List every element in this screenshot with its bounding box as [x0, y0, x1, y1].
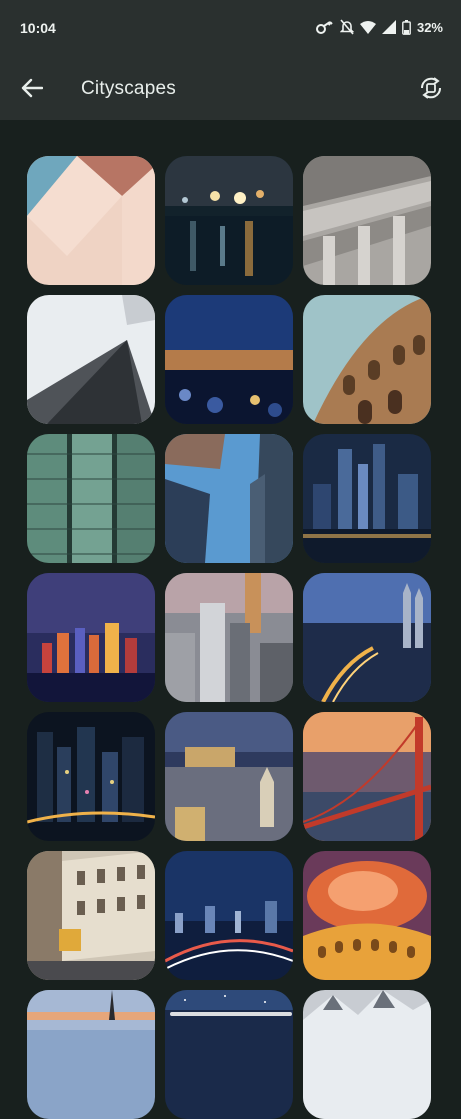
- wallpaper-tile-rainy-street-bokeh[interactable]: [165, 156, 293, 285]
- page-title: Cityscapes: [81, 78, 176, 99]
- status-bar: 10:04 32%: [0, 0, 461, 60]
- screen-rotate-icon: [418, 75, 444, 106]
- battery-percent: 32%: [416, 19, 443, 35]
- wallpaper-tile-neon-night-city[interactable]: [27, 712, 155, 841]
- wallpaper-grid: [27, 156, 437, 1119]
- wallpaper-tile-waterfront-skyline-dusk[interactable]: [27, 573, 155, 702]
- wallpaper-tile-highway-light-trails[interactable]: [165, 851, 293, 980]
- wallpaper-tile-glass-facade-towers[interactable]: [27, 434, 155, 563]
- wallpaper-tile-night-harbor-bokeh[interactable]: [165, 295, 293, 424]
- wallpaper-tile-colosseum-arches[interactable]: [303, 295, 431, 424]
- wallpaper-tile-aerial-city-day[interactable]: [165, 573, 293, 702]
- wallpaper-tile-dusk-church-spire[interactable]: [27, 990, 155, 1119]
- wallpaper-tile-castle-old-town-night[interactable]: [165, 712, 293, 841]
- signal-icon: [381, 20, 396, 34]
- wallpaper-tile-night-sky-stars[interactable]: [165, 990, 293, 1119]
- app-bar: Cityscapes: [0, 60, 461, 120]
- wallpaper-tile-skyscraper-looking-up[interactable]: [27, 295, 155, 424]
- wifi-icon: [359, 20, 376, 34]
- wallpaper-tile-towers-blue-sky[interactable]: [165, 434, 293, 563]
- gesture-nav-bar[interactable]: [170, 1012, 292, 1016]
- wallpaper-tile-golden-gate-bridge-sunset[interactable]: [303, 712, 431, 841]
- wallpaper-tile-night-skyline-river[interactable]: [303, 434, 431, 563]
- wallpaper-tile-snowy-mountains[interactable]: [303, 990, 431, 1119]
- back-button[interactable]: [16, 74, 48, 106]
- vpn-key-icon: [315, 20, 334, 34]
- wallpaper-tile-colosseum-fiery-sky[interactable]: [303, 851, 431, 980]
- wallpaper-tile-tram-old-street[interactable]: [27, 851, 155, 980]
- preview-rotate-button[interactable]: [415, 74, 447, 106]
- wallpaper-tile-twin-towers-dusk[interactable]: [303, 573, 431, 702]
- wallpaper-tile-concrete-beams[interactable]: [303, 156, 431, 285]
- wallpaper-tile-abstract-building-corner[interactable]: [27, 156, 155, 285]
- status-icons: 32%: [315, 19, 443, 35]
- arrow-back-icon: [21, 78, 44, 103]
- status-time: 10:04: [20, 20, 56, 36]
- mute-icon: [339, 19, 354, 35]
- battery-icon: [402, 19, 411, 35]
